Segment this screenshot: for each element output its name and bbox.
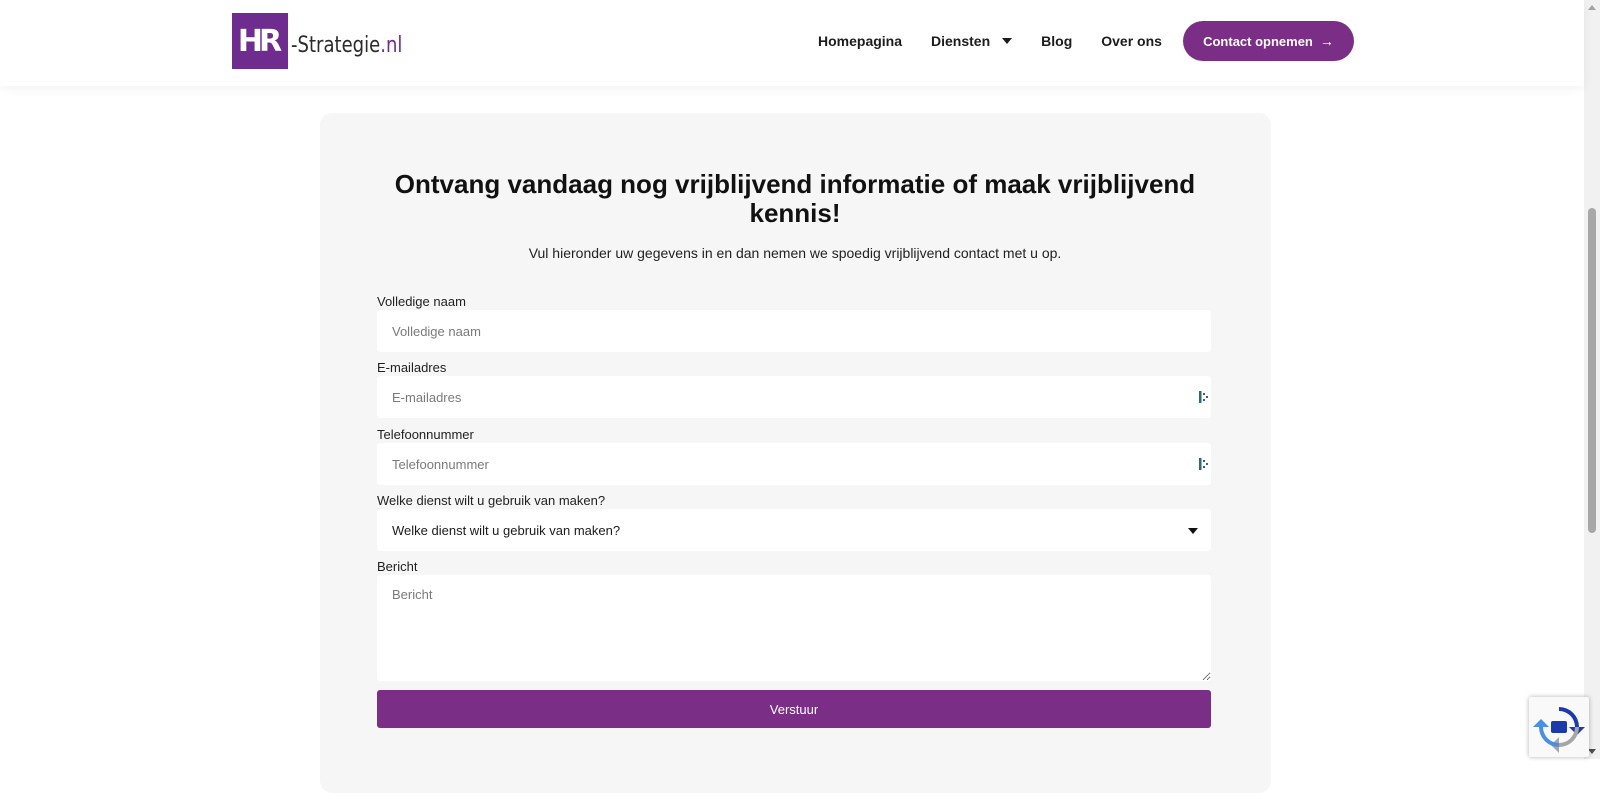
main-nav: Homepagina Diensten Blog Over ons xyxy=(818,0,1191,82)
nav-label: Blog xyxy=(1041,33,1073,49)
name-label: Volledige naam xyxy=(377,294,466,309)
logo[interactable]: HR -Strategie.nl xyxy=(232,13,427,69)
logo-name: -Strategie xyxy=(291,32,381,58)
contact-button-label: Contact opnemen xyxy=(1203,33,1313,49)
service-selected-value: Welke dienst wilt u gebruik van maken? xyxy=(392,522,621,538)
form-subtitle: Vul hieronder uw gegevens in en dan neme… xyxy=(528,245,1062,261)
contact-button[interactable]: Contact opnemen → xyxy=(1183,21,1354,61)
password-manager-icon[interactable] xyxy=(1198,457,1210,471)
nav-item-homepagina[interactable]: Homepagina xyxy=(818,33,902,49)
nav-label: Homepagina xyxy=(818,33,903,49)
nav-item-diensten[interactable]: Diensten xyxy=(931,33,1013,49)
password-manager-icon[interactable] xyxy=(1198,390,1210,404)
logo-tld: .nl xyxy=(380,32,403,58)
message-label: Bericht xyxy=(377,559,418,574)
form-title: Ontvang vandaag nog vrijblijvend informa… xyxy=(394,169,1196,228)
nav-item-blog[interactable]: Blog xyxy=(1041,33,1072,49)
arrow-right-icon: → xyxy=(1319,33,1334,49)
message-textarea[interactable] xyxy=(377,575,1211,681)
logo-mark: HR xyxy=(232,13,288,69)
scroll-down-icon[interactable] xyxy=(1588,749,1596,754)
email-input[interactable] xyxy=(377,376,1211,418)
logo-text: -Strategie.nl xyxy=(291,33,402,58)
nav-label: Diensten xyxy=(931,33,991,49)
nav-item-over-ons[interactable]: Over ons xyxy=(1101,33,1162,49)
name-input[interactable] xyxy=(377,310,1211,352)
scroll-thumb[interactable] xyxy=(1588,208,1596,533)
scroll-up-icon[interactable] xyxy=(1588,5,1596,10)
service-select[interactable]: Welke dienst wilt u gebruik van maken? xyxy=(377,509,1211,551)
chevron-down-icon xyxy=(1188,528,1198,534)
nav-label: Over ons xyxy=(1101,33,1162,49)
recaptcha-badge[interactable] xyxy=(1529,697,1589,757)
email-label: E-mailadres xyxy=(377,360,447,375)
chevron-down-icon xyxy=(1002,38,1013,44)
scrollbar[interactable] xyxy=(1584,0,1600,759)
phone-label: Telefoonnummer xyxy=(377,427,474,442)
service-label: Welke dienst wilt u gebruik van maken? xyxy=(377,493,606,508)
submit-button[interactable]: Verstuur xyxy=(377,690,1211,728)
site-header: HR -Strategie.nl Homepagina Diensten Blo… xyxy=(0,0,1584,86)
phone-input[interactable] xyxy=(377,443,1211,485)
recaptcha-icon xyxy=(1533,707,1585,753)
